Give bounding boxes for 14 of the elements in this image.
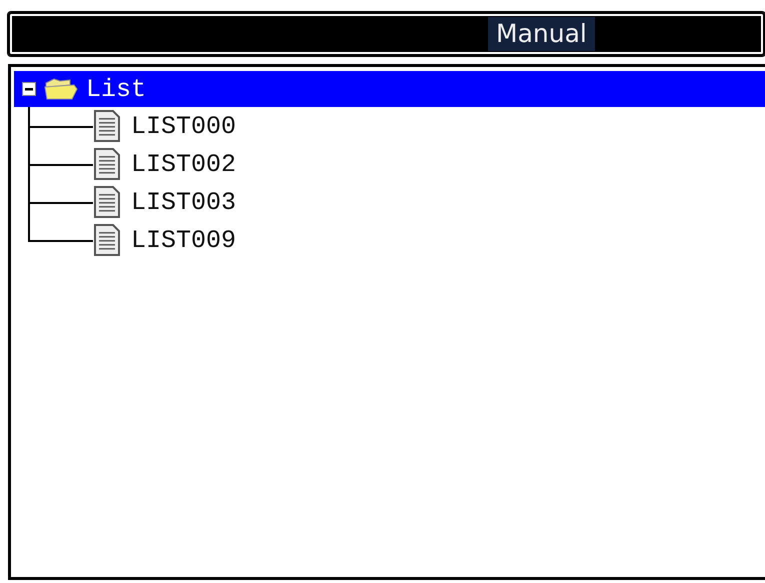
tree-item[interactable]: LIST000 [131, 112, 236, 140]
tree-connector [28, 183, 93, 221]
folder-icon [44, 77, 78, 101]
document-icon [93, 223, 121, 257]
tree-item[interactable]: LIST009 [131, 226, 236, 254]
document-icon [93, 147, 121, 181]
tree-item[interactable]: LIST003 [131, 188, 236, 216]
tree-connector [28, 107, 93, 145]
minus-box-icon[interactable] [22, 82, 36, 96]
tree-connector [28, 145, 93, 183]
document-icon [93, 185, 121, 219]
document-icon [93, 109, 121, 143]
tree-item[interactable]: LIST002 [131, 150, 236, 178]
mode-title: Manual [488, 17, 595, 51]
